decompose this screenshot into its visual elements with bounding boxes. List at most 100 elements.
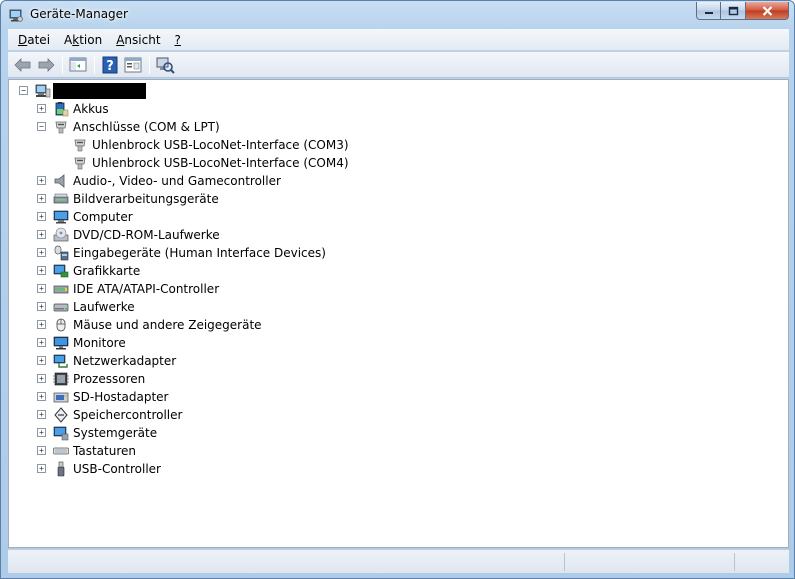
forward-button[interactable]	[35, 55, 57, 75]
tree-node-label: Grafikkarte	[73, 264, 141, 278]
tree-node-label: Tastaturen	[73, 444, 136, 458]
expand-toggle[interactable]: +	[37, 230, 46, 239]
tree-node-label: Netzwerkadapter	[73, 354, 177, 368]
device-tree-pane[interactable]: − + Akkus − Anschlüsse (COM & LPT) Uhlenbrock…	[8, 79, 789, 548]
expand-toggle[interactable]: +	[37, 176, 46, 185]
menu-ansicht[interactable]: Ansicht	[109, 33, 167, 47]
back-icon	[14, 57, 31, 72]
scan-hardware-button[interactable]	[154, 55, 176, 75]
toolbar-separator	[94, 55, 95, 74]
tree-node-label: Computer	[73, 210, 133, 224]
tree-category[interactable]: + Akkus	[9, 100, 779, 118]
expand-toggle[interactable]: +	[37, 464, 46, 473]
battery-icon	[53, 101, 69, 117]
minimize-button[interactable]	[696, 2, 721, 20]
menu-help[interactable]: ?	[168, 33, 188, 47]
expand-toggle[interactable]: +	[37, 104, 46, 113]
speaker-icon	[53, 173, 69, 189]
toolbar-separator	[149, 55, 150, 74]
hid-icon	[53, 245, 69, 261]
expand-toggle[interactable]: +	[37, 212, 46, 221]
tree-node-label: Speichercontroller	[73, 408, 183, 422]
tree-category[interactable]: + Tastaturen	[9, 442, 779, 460]
expand-toggle[interactable]: +	[37, 428, 46, 437]
tree-category[interactable]: + Speichercontroller	[9, 406, 779, 424]
collapse-toggle[interactable]: −	[37, 122, 46, 131]
help-button[interactable]: ?	[99, 55, 121, 75]
tree-node-label: IDE ATA/ATAPI-Controller	[73, 282, 220, 296]
tree-category[interactable]: + Computer	[9, 208, 779, 226]
status-pane	[564, 553, 734, 571]
tree-category[interactable]: + Bildverarbeitungsgeräte	[9, 190, 779, 208]
menu-datei[interactable]: Datei	[8, 33, 57, 47]
close-button[interactable]	[746, 2, 789, 20]
tree-node-label: SD-Hostadapter	[73, 390, 169, 404]
tree-category[interactable]: + Grafikkarte	[9, 262, 779, 280]
mouse-icon	[53, 317, 69, 333]
system-device-icon	[53, 425, 69, 441]
expand-toggle[interactable]: +	[37, 392, 46, 401]
computer-icon	[53, 209, 69, 225]
expand-toggle[interactable]: +	[37, 284, 46, 293]
toolbar-separator	[62, 55, 63, 74]
svg-text:?: ?	[106, 59, 114, 74]
tree-category[interactable]: + Laufwerke	[9, 298, 779, 316]
monitor-icon	[53, 335, 69, 351]
tree-category[interactable]: + USB-Controller	[9, 460, 779, 478]
back-button[interactable]	[12, 55, 34, 75]
port-icon	[53, 119, 69, 135]
toolbar: ?	[8, 52, 789, 78]
tree-category[interactable]: + Monitore	[9, 334, 779, 352]
tree-node-label: Prozessoren	[73, 372, 146, 386]
expand-toggle[interactable]: +	[37, 410, 46, 419]
caption-buttons	[696, 2, 789, 20]
expand-toggle[interactable]: +	[37, 374, 46, 383]
show-hide-console-tree-button[interactable]	[67, 55, 89, 75]
help-icon: ?	[102, 56, 118, 74]
expand-toggle[interactable]: +	[37, 356, 46, 365]
expand-toggle[interactable]: +	[37, 194, 46, 203]
properties-button[interactable]	[122, 55, 144, 75]
tree-node-label: USB-Controller	[73, 462, 161, 476]
tree-node-label: Systemgeräte	[73, 426, 158, 440]
tree-category[interactable]: + Mäuse und andere Zeigegeräte	[9, 316, 779, 334]
computer-root-icon	[35, 83, 51, 99]
processor-icon	[53, 371, 69, 387]
disk-drive-icon	[53, 299, 69, 315]
maximize-button[interactable]	[721, 2, 746, 20]
tree-category[interactable]: + SD-Hostadapter	[9, 388, 779, 406]
restore-icon	[728, 6, 738, 15]
tree-category[interactable]: + Audio-, Video- und Gamecontroller	[9, 172, 779, 190]
tree-category[interactable]: + Systemgeräte	[9, 424, 779, 442]
tree-device[interactable]: Uhlenbrock USB-LocoNet-Interface (COM4)	[9, 154, 779, 172]
tree-node-label: Mäuse und andere Zeigegeräte	[73, 318, 262, 332]
menu-aktion[interactable]: Aktion	[57, 33, 109, 47]
title-bar[interactable]: Geräte-Manager	[1, 1, 794, 29]
tree-category[interactable]: + Eingabegeräte (Human Interface Devices)	[9, 244, 779, 262]
tree-category[interactable]: + DVD/CD-ROM-Laufwerke	[9, 226, 779, 244]
tree-node-label: Audio-, Video- und Gamecontroller	[73, 174, 281, 188]
expand-toggle[interactable]: +	[37, 266, 46, 275]
expand-toggle[interactable]: +	[37, 248, 46, 257]
tree-device[interactable]: Uhlenbrock USB-LocoNet-Interface (COM3)	[9, 136, 779, 154]
keyboard-icon	[53, 443, 69, 459]
tree-category[interactable]: − Anschlüsse (COM & LPT)	[9, 118, 779, 136]
display-adapter-icon	[53, 263, 69, 279]
device-manager-window: Geräte-Manager Datei Aktion Ansicht? ? − + A…	[0, 0, 795, 579]
tree-root-computer[interactable]: −	[9, 82, 779, 100]
computer-name-redacted	[53, 83, 146, 99]
collapse-toggle[interactable]: −	[19, 86, 28, 95]
tree-node-label: DVD/CD-ROM-Laufwerke	[73, 228, 220, 242]
status-bar	[8, 549, 789, 573]
tree-category[interactable]: + IDE ATA/ATAPI-Controller	[9, 280, 779, 298]
tree-node-label: Bildverarbeitungsgeräte	[73, 192, 219, 206]
properties-icon	[124, 57, 142, 72]
tree-node-label: Akkus	[73, 102, 109, 116]
expand-toggle[interactable]: +	[37, 302, 46, 311]
expand-toggle[interactable]: +	[37, 446, 46, 455]
expand-toggle[interactable]: +	[37, 338, 46, 347]
tree-category[interactable]: + Prozessoren	[9, 370, 779, 388]
tree-node-label: Laufwerke	[73, 300, 135, 314]
tree-category[interactable]: + Netzwerkadapter	[9, 352, 779, 370]
expand-toggle[interactable]: +	[37, 320, 46, 329]
